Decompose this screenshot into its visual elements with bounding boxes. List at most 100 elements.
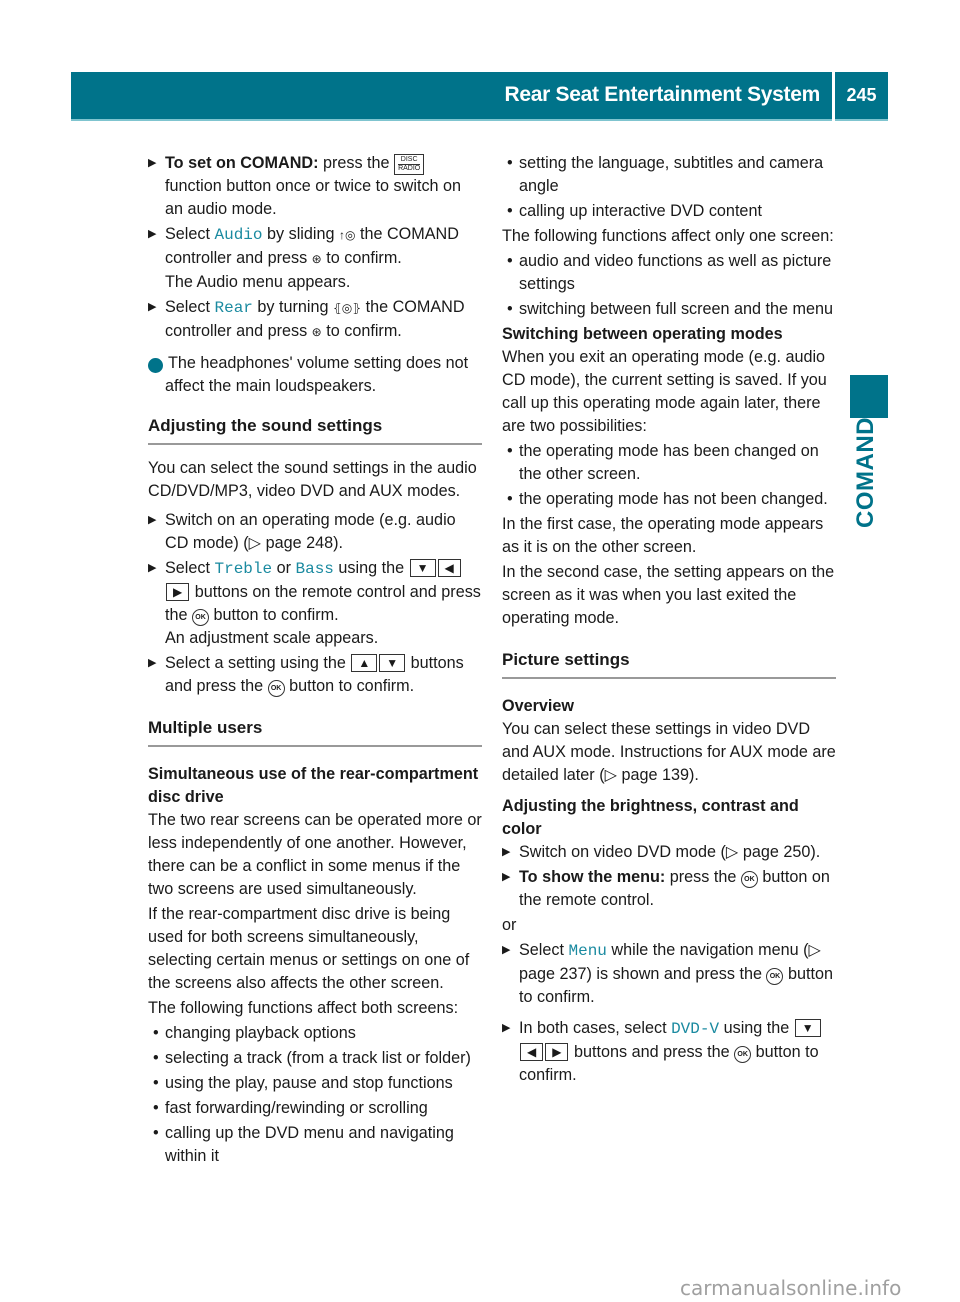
text: Select a setting using the <box>165 654 351 672</box>
text: button to confirm. <box>209 606 339 624</box>
paragraph: The two rear screens can be operated mor… <box>148 811 482 898</box>
bullet-icon: • <box>153 1099 159 1117</box>
text: function button once or twice to switch … <box>165 177 462 218</box>
step-arrow-icon: ▶ <box>148 301 157 313</box>
paragraph: You can select these settings in video D… <box>502 720 836 784</box>
text: or <box>272 559 296 577</box>
ok-button-icon: OK <box>766 968 784 985</box>
text: In both cases, select <box>519 1019 672 1037</box>
header-bar: Rear Seat Entertainment System <box>71 72 832 121</box>
paragraph: You can select the sound settings in the… <box>148 459 477 500</box>
side-tab-label: COMAND <box>852 417 879 528</box>
list-item-text: calling up interactive DVD content <box>519 202 762 220</box>
disc-radio-key-icon: DISC RADIO <box>394 154 425 175</box>
list-item-text: using the play, pause and stop functions <box>165 1074 453 1092</box>
section-heading: Picture settings <box>502 648 836 679</box>
up-key-icon: ▲ <box>351 654 378 672</box>
left-column: ▶ To set on COMAND: press the DISC RADIO … <box>145 152 482 1170</box>
list-item: • audio and video functions as well as pi… <box>502 250 836 296</box>
list-item-text: audio and video functions as well as pic… <box>519 252 832 293</box>
text: Switch on an operating mode (e.g. audio … <box>165 511 456 552</box>
step-arrow-icon: ▶ <box>148 157 157 169</box>
bullet-icon: • <box>153 1049 159 1067</box>
list-item: • using the play, pause and stop function… <box>148 1072 482 1095</box>
step-result: An adjustment scale appears. <box>165 629 379 647</box>
text: to confirm. <box>321 249 402 267</box>
down-key-icon: ▼ <box>794 1019 821 1037</box>
info-note: i The headphones' volume setting does not… <box>145 352 482 398</box>
step: ▶ In both cases, select DVD-V using the … <box>502 1017 836 1087</box>
down-key-icon: ▼ <box>409 559 436 577</box>
list-item-text: the operating mode has been changed on t… <box>519 442 819 483</box>
paragraph: If the rear-compartment disc drive is be… <box>148 905 470 992</box>
step-arrow-icon: ▶ <box>148 562 157 574</box>
info-icon: i <box>145 358 163 373</box>
list-item-text: the operating mode has not been changed. <box>519 490 828 508</box>
bullet-list: • changing playback options • selecting a t… <box>148 1022 482 1168</box>
bullet-icon: • <box>507 252 513 270</box>
list-item: • calling up interactive DVD content <box>502 200 836 223</box>
ok-button-icon: OK <box>740 871 758 888</box>
bullet-icon: • <box>153 1024 159 1042</box>
controller-press-icon: ⊛ <box>311 325 322 339</box>
text: button to confirm. <box>284 677 415 695</box>
text: by turning <box>252 298 333 316</box>
text: Select <box>165 559 215 577</box>
text: press the <box>318 154 395 172</box>
text: to confirm. <box>321 322 402 340</box>
list-item: • selecting a track (from a track list or… <box>148 1047 482 1070</box>
bullet-icon: • <box>507 490 513 508</box>
paragraph: The following functions affect both scre… <box>148 999 459 1017</box>
step: ▶ Select Treble or Bass using the ▼ ◀ ▶ bu… <box>148 557 482 650</box>
step-label: To set on COMAND: <box>165 154 319 172</box>
step: ▶ Switch on an operating mode (e.g. audio… <box>148 509 482 555</box>
ok-button-icon: OK <box>192 609 210 626</box>
list-item: • the operating mode has been changed on … <box>502 440 836 486</box>
bullet-icon: • <box>153 1074 159 1092</box>
ok-button-icon: OK <box>734 1046 752 1063</box>
bullet-list: • audio and video functions as well as pi… <box>502 250 836 321</box>
step: ▶ Select Audio by sliding ↑◎ the COMAND … <box>148 223 482 294</box>
controller-slide-icon: ↑◎ <box>339 228 356 242</box>
step: ▶ Select Menu while the navigation menu … <box>502 939 836 1009</box>
subheading: Simultaneous use of the rear-compartment… <box>148 765 479 806</box>
step: ▶ Switch on video DVD mode (▷ page 250). <box>502 841 836 864</box>
step: ▶ To set on COMAND: press the DISC RADIO … <box>148 152 482 221</box>
text: buttons and press the <box>569 1043 735 1061</box>
bullet-icon: • <box>507 202 513 220</box>
chapter-title: Rear Seat Entertainment System <box>504 83 821 106</box>
section-heading: Adjusting the sound settings <box>148 414 482 445</box>
right-key-icon: ▶ <box>545 1043 569 1061</box>
list-item-text: switching between full screen and the me… <box>519 300 834 318</box>
paragraph: When you exit an operating mode (e.g. au… <box>502 348 827 435</box>
step-arrow-icon: ▶ <box>148 514 157 526</box>
menu-item-audio: Audio <box>214 226 263 244</box>
left-key-icon: ◀ <box>520 1043 544 1061</box>
down-key-icon: ▼ <box>379 654 406 672</box>
step-arrow-icon: ▶ <box>502 846 511 858</box>
list-item: • switching between full screen and the m… <box>502 298 836 321</box>
right-key-icon: ▶ <box>166 583 190 601</box>
list-item-text: calling up the DVD menu and navigating w… <box>165 1124 454 1165</box>
step-arrow-icon: ▶ <box>502 944 511 956</box>
controller-press-icon: ⊛ <box>311 252 322 266</box>
bullet-list: • the operating mode has been changed on … <box>502 440 836 511</box>
menu-item-menu: Menu <box>568 942 607 960</box>
watermark: carmanualsonline.info <box>680 1276 902 1300</box>
controller-turn-icon: ⦃◎⦄ <box>333 301 362 315</box>
bullet-icon: • <box>507 154 513 172</box>
list-item-text: selecting a track (from a track list or … <box>165 1049 471 1067</box>
menu-item-treble: Treble <box>214 560 273 578</box>
text: using the <box>333 559 409 577</box>
page-number: 245 <box>846 85 877 105</box>
step-result: The Audio menu appears. <box>165 273 351 291</box>
info-text: The headphones' volume setting does not … <box>165 354 469 395</box>
text: Switch on video DVD mode (▷ page 250). <box>519 843 821 861</box>
subheading: Overview <box>502 697 574 715</box>
step-arrow-icon: ▶ <box>148 228 157 240</box>
subheading: Switching between operating modes <box>502 325 783 343</box>
text: press the <box>665 868 741 886</box>
step: ▶ Select Rear by turning ⦃◎⦄ the COMAND … <box>148 296 482 344</box>
left-key-icon: ◀ <box>437 559 461 577</box>
list-item-text: changing playback options <box>165 1024 356 1042</box>
